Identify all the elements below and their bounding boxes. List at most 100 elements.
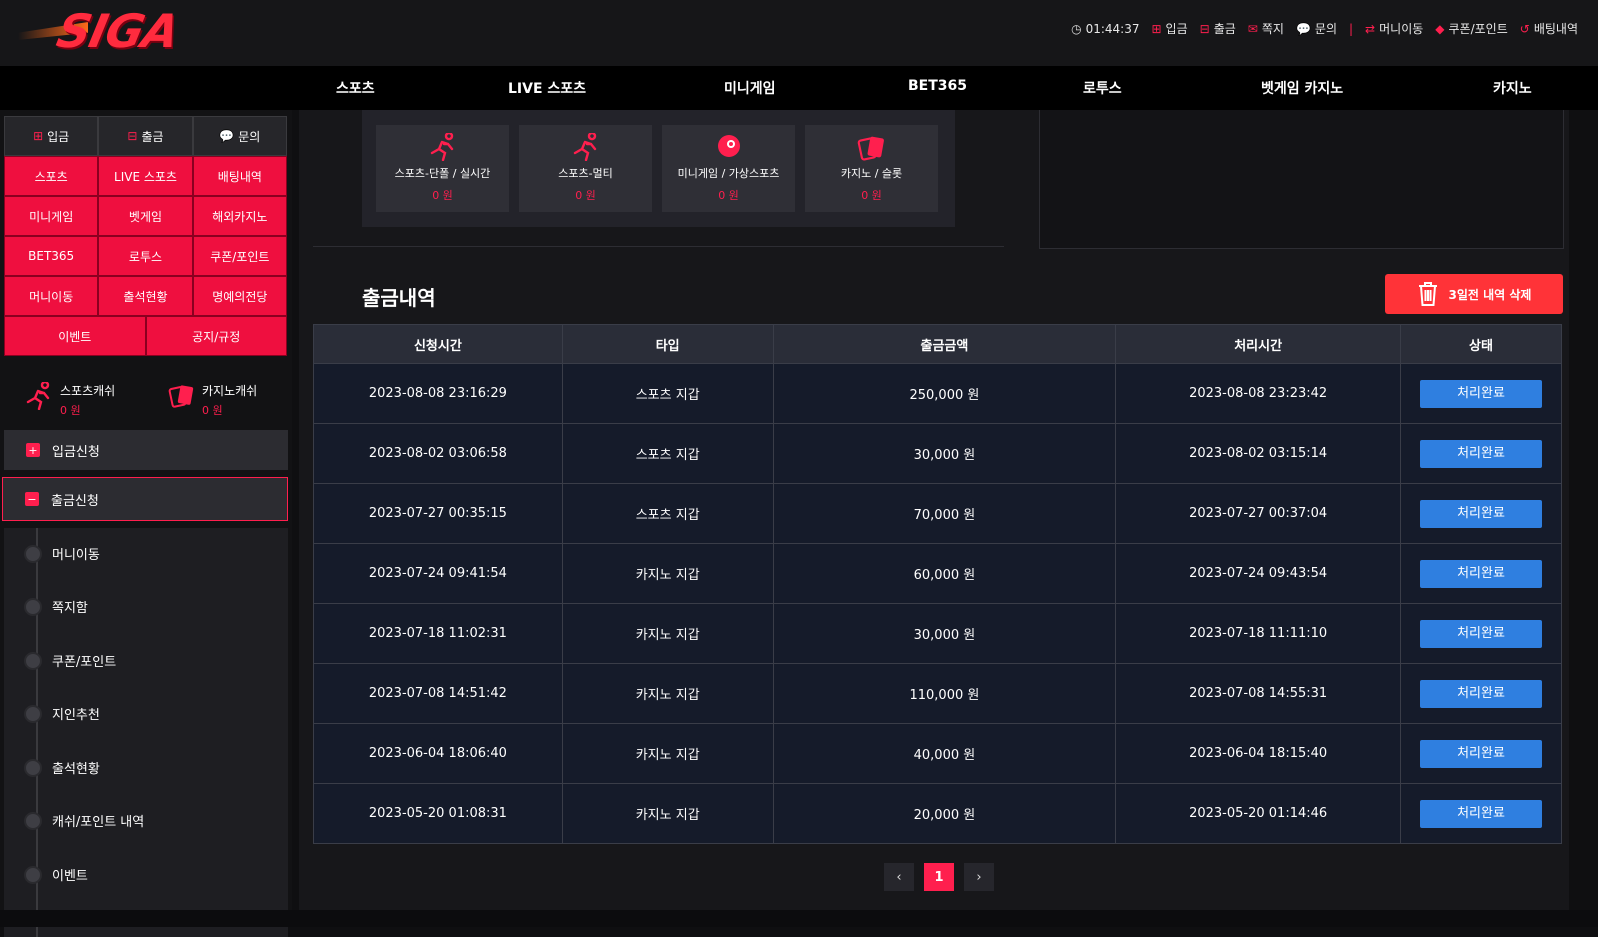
game-balance-box: 스포츠-단폴 / 실시간 0 원 스포츠-멀티 0 원 미니게임 / 가상스포츠… [362, 110, 955, 227]
minus-square-icon: ⊟ [1199, 21, 1210, 36]
delete-old-history-button[interactable]: 3일전 내역 삭제 [1385, 274, 1563, 314]
plus-square-icon: + [26, 443, 40, 457]
util-coupon-link[interactable]: ◆ 쿠폰/포인트 [1435, 20, 1507, 37]
grid-coupon-point[interactable]: 쿠폰/포인트 [192, 236, 287, 276]
runner-icon [376, 131, 509, 162]
game-card-sports-single[interactable]: 스포츠-단폴 / 실시간 0 원 [376, 125, 509, 212]
nav-minigame[interactable]: 미니게임 [724, 78, 776, 98]
quick-deposit-button[interactable]: ⊞ 입금 [4, 116, 99, 156]
status-badge[interactable]: 처리완료 [1420, 799, 1542, 828]
status-badge[interactable]: 처리완료 [1420, 439, 1542, 468]
col-amount: 출금금액 [772, 324, 1117, 364]
cell-request-time: 2023-07-24 09:41:54 [313, 543, 563, 604]
main-nav: 스포츠 LIVE 스포츠 미니게임 BET365 로투스 벳게임 카지노 카지노 [0, 66, 1598, 110]
grid-sports[interactable]: 스포츠 [4, 156, 99, 196]
table-row: 2023-07-24 09:41:54 카지노 지갑 60,000 원 2023-07… [313, 543, 1562, 604]
status-badge[interactable]: 처리완료 [1420, 739, 1542, 768]
col-request-time: 신청시간 [313, 324, 563, 364]
util-message-link[interactable]: ✉ 쪽지 [1248, 20, 1284, 37]
cell-status: 처리완료 [1400, 363, 1562, 424]
table-row: 2023-06-04 18:06:40 카지노 지갑 40,000 원 2023-06… [313, 723, 1562, 784]
grid-bet365[interactable]: BET365 [4, 236, 99, 276]
grid-lotus[interactable]: 로투스 [98, 236, 193, 276]
grid-money-transfer[interactable]: 머니이동 [4, 276, 99, 316]
cash-balances: 스포츠캐쉬 0 원 카지노캐쉬 0 원 [20, 382, 280, 422]
clock-icon: ◷ [1071, 21, 1082, 36]
cell-process-time: 2023-08-02 03:15:14 [1115, 423, 1402, 484]
cell-process-time: 2023-07-18 11:11:10 [1115, 603, 1402, 664]
nav-sports[interactable]: 스포츠 [336, 78, 375, 98]
grid-attendance[interactable]: 출석현황 [98, 276, 193, 316]
bullet-dot-icon [24, 758, 42, 777]
submenu-event[interactable]: 이벤트 [24, 865, 88, 884]
casino-cash: 카지노캐쉬 0 원 [168, 382, 257, 418]
transfer-icon: ⇄ [1365, 21, 1376, 36]
nav-betgame-casino[interactable]: 벳게임 카지노 [1261, 78, 1343, 98]
nav-casino[interactable]: 카지노 [1493, 78, 1532, 98]
submenu-attendance[interactable]: 출석현황 [24, 758, 100, 777]
page-title: 출금내역 [362, 286, 436, 310]
cell-request-time: 2023-07-27 00:35:15 [313, 483, 563, 544]
prev-page-button[interactable]: ‹ [884, 863, 914, 891]
grid-event[interactable]: 이벤트 [4, 316, 146, 356]
util-betting-history-link[interactable]: ↺ 배팅내역 [1520, 20, 1578, 37]
status-badge[interactable]: 처리완료 [1420, 559, 1542, 588]
nav-lotus[interactable]: 로투스 [1083, 78, 1122, 98]
cell-amount: 250,000 원 [772, 363, 1117, 424]
submenu-messages[interactable]: 쪽지함 [24, 597, 88, 616]
site-logo[interactable]: SIGA [18, 4, 183, 58]
plus-square-icon: ⊞ [1151, 21, 1162, 36]
runner-icon [26, 382, 50, 410]
game-card-casino-slot[interactable]: 카지노 / 슬롯 0 원 [805, 125, 938, 212]
status-badge[interactable]: 처리완료 [1420, 499, 1542, 528]
cell-request-time: 2023-07-08 14:51:42 [313, 663, 563, 724]
status-badge[interactable]: 처리완료 [1420, 379, 1542, 408]
envelope-icon: ✉ [1247, 21, 1258, 36]
util-money-transfer-link[interactable]: ⇄ 머니이동 [1365, 20, 1423, 37]
bottom-strip [0, 910, 1598, 927]
bullet-dot-icon [24, 704, 42, 723]
chat-icon: 💬 [219, 129, 235, 143]
submenu-cash-point-history[interactable]: 캐쉬/포인트 내역 [24, 811, 144, 830]
deposit-request-button[interactable]: + 입금신청 [4, 430, 288, 470]
util-withdraw-link[interactable]: ⊟ 출금 [1200, 20, 1236, 37]
status-badge[interactable]: 처리완료 [1420, 619, 1542, 648]
cell-status: 처리완료 [1400, 543, 1562, 604]
table-row: 2023-05-20 01:08:31 카지노 지갑 20,000 원 2023-05… [313, 783, 1562, 844]
plus-square-icon: ⊞ [33, 129, 44, 143]
cell-amount: 30,000 원 [772, 423, 1117, 484]
grid-betgame[interactable]: 벳게임 [98, 196, 193, 236]
table-row: 2023-07-27 00:35:15 스포츠 지갑 70,000 원 2023-07… [313, 483, 1562, 544]
grid-live-sports[interactable]: LIVE 스포츠 [98, 156, 193, 196]
cell-process-time: 2023-08-08 23:23:42 [1115, 363, 1402, 424]
grid-minigame[interactable]: 미니게임 [4, 196, 99, 236]
util-inquiry-link[interactable]: 💬 문의 [1296, 20, 1337, 37]
cards-icon [168, 385, 194, 408]
submenu-coupon-point[interactable]: 쿠폰/포인트 [24, 651, 116, 670]
ticket-icon: ◆ [1435, 21, 1445, 36]
util-deposit-link[interactable]: ⊞ 입금 [1151, 20, 1187, 37]
quick-withdraw-button[interactable]: ⊟ 출금 [98, 116, 193, 156]
next-page-button[interactable]: › [964, 863, 994, 891]
grid-notice-rules[interactable]: 공지/규정 [145, 316, 287, 356]
game-card-minigame[interactable]: 미니게임 / 가상스포츠 0 원 [662, 125, 795, 212]
nav-bet365[interactable]: BET365 [908, 78, 967, 94]
nav-live-sports[interactable]: LIVE 스포츠 [508, 78, 586, 98]
side-panel [1039, 110, 1564, 249]
grid-hall-of-fame[interactable]: 명예의전당 [192, 276, 287, 316]
status-badge[interactable]: 처리완료 [1420, 679, 1542, 708]
ball-icon [662, 133, 795, 161]
quick-inquiry-button[interactable]: 💬 문의 [192, 116, 287, 156]
table-row: 2023-08-02 03:06:58 스포츠 지갑 30,000 원 2023-08… [313, 423, 1562, 484]
grid-betting-history[interactable]: 배팅내역 [192, 156, 287, 196]
cell-amount: 110,000 원 [772, 663, 1117, 724]
cell-request-time: 2023-06-04 18:06:40 [313, 723, 563, 784]
withdraw-request-button[interactable]: − 출금신청 [2, 477, 288, 521]
page-1-button[interactable]: 1 [924, 863, 954, 891]
minus-square-icon: − [25, 492, 39, 506]
submenu-referral[interactable]: 지인추천 [24, 704, 100, 723]
game-card-sports-multi[interactable]: 스포츠-멀티 0 원 [519, 125, 652, 212]
submenu-money-transfer[interactable]: 머니이동 [24, 544, 100, 563]
cell-type: 카지노 지갑 [561, 603, 774, 664]
grid-overseas-casino[interactable]: 해외카지노 [192, 196, 287, 236]
